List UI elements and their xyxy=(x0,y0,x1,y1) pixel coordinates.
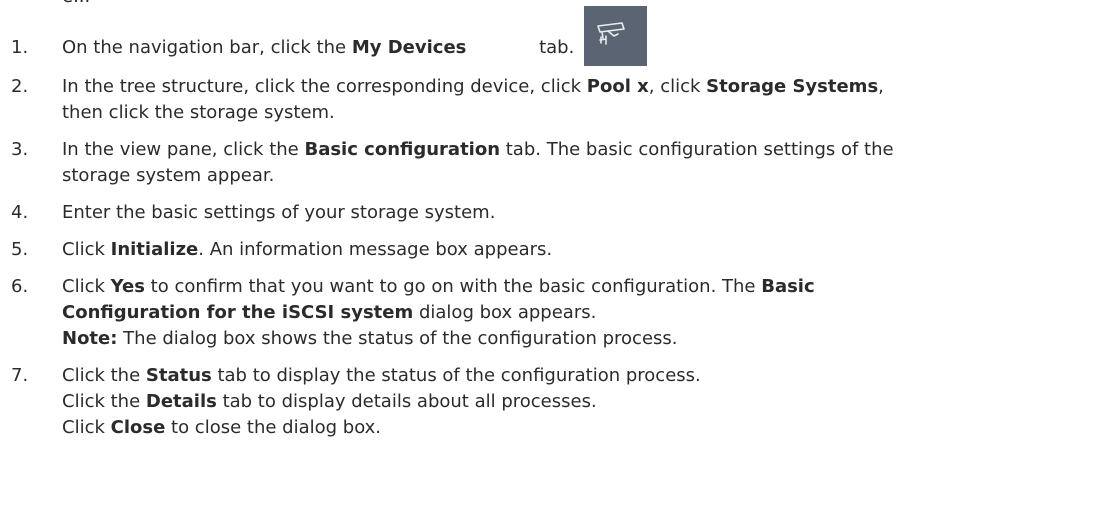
step-text: Click xyxy=(62,276,111,297)
step-text: . An information message box appears. xyxy=(198,239,553,260)
my-devices-tab-icon xyxy=(584,6,647,66)
step-number: 7. xyxy=(11,365,29,386)
ui-term: Basic xyxy=(761,276,815,297)
step-text-line: Click the Status tab to display the stat… xyxy=(62,363,701,389)
step-text-line: storage system appear. xyxy=(62,163,274,189)
ui-term: Details xyxy=(145,391,217,412)
step-text: tab. The basic configuration settings of… xyxy=(500,139,894,160)
step-text: Click xyxy=(62,239,111,260)
step-text: In the view pane, click the xyxy=(62,139,305,160)
clipped-heading-fragment: e... xyxy=(62,0,90,10)
step-text: Click xyxy=(62,417,111,438)
step-text: In the tree structure, click the corresp… xyxy=(62,76,587,97)
step-text-line: On the navigation bar, click the My Devi… xyxy=(62,35,574,61)
step-text-line: Click Yes to confirm that you want to go… xyxy=(62,274,815,300)
step-text: Enter the basic settings of your storage… xyxy=(62,202,496,223)
ui-term: Close xyxy=(110,417,166,438)
step-text-line: Click the Details tab to display details… xyxy=(62,389,597,415)
step-text-line: Configuration for the iSCSI system dialo… xyxy=(62,300,596,326)
step-number: 5. xyxy=(11,239,29,260)
step-text: , xyxy=(878,76,884,97)
ui-term: Note: xyxy=(62,328,118,349)
step-text: dialog box appears. xyxy=(413,302,597,323)
step-number: 1. xyxy=(11,37,29,58)
step-number: 4. xyxy=(11,202,29,223)
ui-term: Status xyxy=(145,365,212,386)
ui-term: Initialize xyxy=(110,239,199,260)
step-text-line: Click Close to close the dialog box. xyxy=(62,415,381,441)
step-number: 6. xyxy=(11,276,29,297)
step-text: to confirm that you want to go on with t… xyxy=(144,276,762,297)
step-text: , click xyxy=(648,76,707,97)
step-text-line: Click Initialize. An information message… xyxy=(62,237,552,263)
step-text: tab. xyxy=(533,37,575,58)
step-text-line: In the view pane, click the Basic config… xyxy=(62,137,894,163)
ui-term: Storage Systems xyxy=(706,76,879,97)
step-text: tab to display the status of the configu… xyxy=(211,365,701,386)
camera-icon xyxy=(597,22,625,45)
step-text: then click the storage system. xyxy=(62,102,335,123)
step-number: 2. xyxy=(11,76,29,97)
step-number: 3. xyxy=(11,139,29,160)
step-text-line: In the tree structure, click the corresp… xyxy=(62,74,884,100)
step-text-line: then click the storage system. xyxy=(62,100,335,126)
ui-term: My Devices xyxy=(351,37,467,58)
step-text: storage system appear. xyxy=(62,165,275,186)
step-text: Click the xyxy=(62,391,146,412)
step-text: The dialog box shows the status of the c… xyxy=(117,328,678,349)
ui-term: Yes xyxy=(110,276,145,297)
ui-term: Pool x xyxy=(586,76,649,97)
ui-term: Basic configuration xyxy=(304,139,501,160)
step-text: tab to display details about all process… xyxy=(216,391,597,412)
step-text: On the navigation bar, click the xyxy=(62,37,352,58)
step-text-line: Enter the basic settings of your storage… xyxy=(62,200,495,226)
step-text: to close the dialog box. xyxy=(165,417,382,438)
ui-term: Configuration for the iSCSI system xyxy=(62,302,414,323)
step-text: Click the xyxy=(62,365,146,386)
step-text-line: Note: The dialog box shows the status of… xyxy=(62,326,678,352)
